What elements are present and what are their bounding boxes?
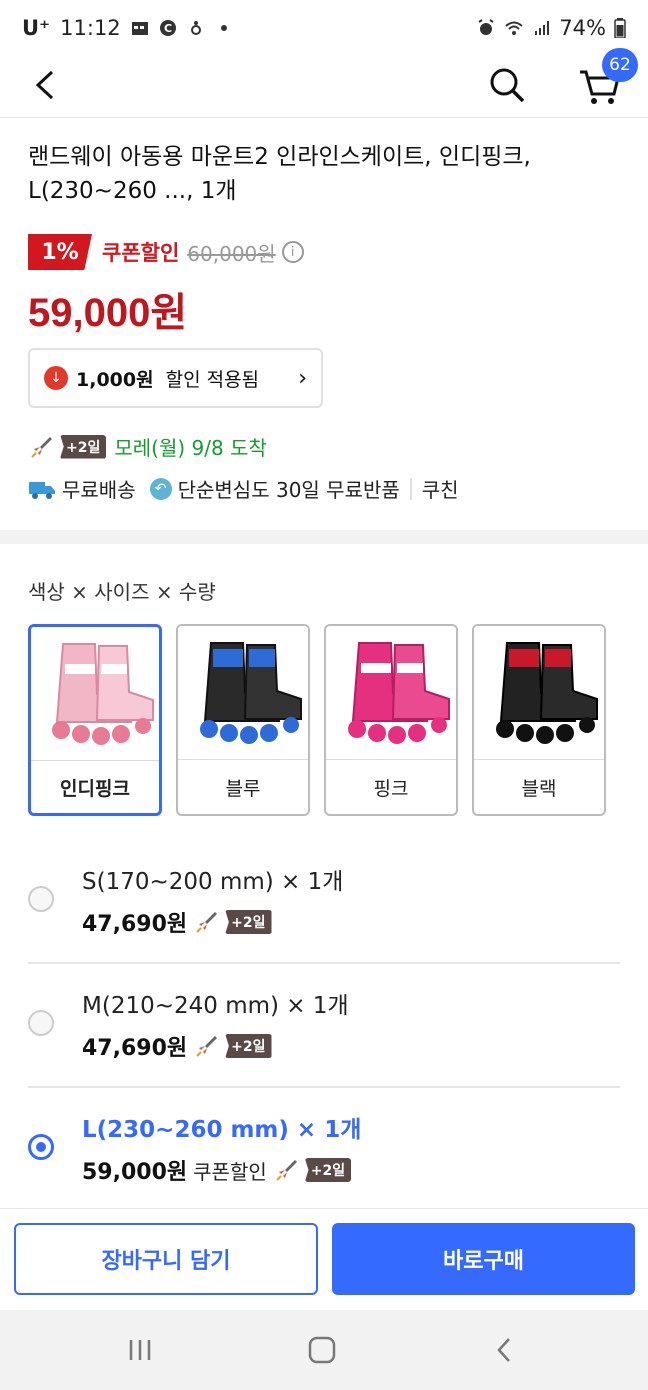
- system-nav-bar: [0, 1310, 648, 1390]
- size-price: 47,690원: [82, 912, 188, 937]
- arrival-badge: +2일: [225, 1034, 272, 1058]
- price-row: 1% 쿠폰할인 60,000원 i: [28, 234, 304, 270]
- rocket-icon: [276, 1160, 297, 1181]
- seller-name[interactable]: 쿠친: [422, 474, 459, 503]
- battery-percent: 74%: [559, 16, 606, 40]
- delivery-row: +2일 모레(월) 9/8 도착: [28, 432, 267, 461]
- arrival-text: 모레(월) 9/8 도착: [114, 436, 267, 460]
- size-name: S(170~200 mm) × 1개: [82, 869, 344, 895]
- carrier-label: U⁺: [22, 16, 51, 40]
- options-heading: 색상 × 사이즈 × 수량: [28, 580, 216, 604]
- recent-apps-icon: [129, 1340, 151, 1360]
- size-option-m[interactable]: M(210~240 mm) × 1개 47,690원 +2일: [28, 964, 620, 1088]
- skate-image-blue: [178, 626, 308, 760]
- truck-icon: [29, 481, 55, 499]
- color-options: 인디핑크 블루 핑크 블랙: [28, 624, 606, 816]
- color-label: 블랙: [521, 777, 557, 800]
- free-shipping-label: 무료배송: [62, 478, 136, 502]
- divider: [409, 477, 412, 500]
- search-icon: [490, 68, 525, 103]
- radio-button-checked[interactable]: [28, 1134, 54, 1160]
- skate-indipink-icon: [52, 642, 154, 745]
- coupon-label: 쿠폰할인: [193, 1159, 267, 1184]
- size-name: M(210~240 mm) × 1개: [82, 993, 349, 1019]
- search-button[interactable]: [484, 62, 530, 108]
- shipping-row: 무료배송 ↶ 단순변심도 30일 무료반품 쿠친: [28, 474, 459, 503]
- skate-image-black: [474, 626, 604, 760]
- arrival-badge: +2일: [225, 910, 272, 934]
- discount-amount: 1,000원: [76, 368, 154, 391]
- skate-black-icon: [496, 641, 598, 744]
- size-price-row: 47,690원 +2일: [82, 1030, 272, 1062]
- skate-blue-icon: [200, 641, 302, 744]
- size-option-s[interactable]: S(170~200 mm) × 1개 47,690원 +2일: [28, 840, 620, 964]
- bottom-action-bar: 장바구니 담기 바로구매: [0, 1208, 648, 1310]
- home-button[interactable]: [302, 1330, 342, 1370]
- skate-image-indipink: [31, 627, 159, 761]
- skate-pink-icon: [348, 641, 450, 744]
- discount-applied-button[interactable]: ↓ 1,000원 할인 적용됨 ›: [28, 348, 323, 408]
- size-name: L(230~260 mm) × 1개: [82, 1117, 362, 1143]
- size-option-l[interactable]: L(230~260 mm) × 1개 59,000원 쿠폰할인 +2일: [28, 1088, 620, 1212]
- discount-percent-badge: 1%: [28, 234, 92, 270]
- color-option-black[interactable]: 블랙: [472, 624, 606, 816]
- product-title: 랜드웨이 아동용 마운트2 인라인스케이트, 인디핑크, L(230~260 .…: [28, 144, 531, 204]
- alarm-icon: [478, 19, 494, 35]
- size-price-row: 59,000원 쿠폰할인 +2일: [82, 1154, 352, 1186]
- back-button[interactable]: [24, 62, 70, 108]
- status-bar: U⁺ 11:12 C 74%: [0, 0, 648, 56]
- free-return-label: 단순변심도 30일 무료반품: [177, 478, 400, 502]
- recent-apps-button[interactable]: [120, 1330, 160, 1370]
- cart-count-badge: 62: [602, 48, 638, 82]
- radio-button[interactable]: [28, 1010, 54, 1036]
- color-label: 인디핑크: [60, 777, 130, 800]
- rocket-icon: [196, 912, 218, 933]
- color-option-blue[interactable]: 블루: [176, 624, 310, 816]
- clock: 11:12: [60, 16, 121, 40]
- chevron-right-icon: ›: [298, 365, 307, 391]
- arrival-badge: +2일: [304, 1158, 352, 1182]
- size-options: S(170~200 mm) × 1개 47,690원 +2일 M(210~240…: [28, 840, 620, 1212]
- rocket-icon: [196, 1036, 218, 1057]
- c-circle-icon: C: [159, 20, 176, 36]
- skate-image-pink: [326, 626, 456, 760]
- color-label: 블루: [225, 777, 261, 800]
- discount-applied-label: 할인 적용됨: [165, 368, 260, 391]
- system-back-button[interactable]: [484, 1330, 524, 1370]
- return-icon: ↶: [149, 477, 172, 500]
- svg-text:C: C: [164, 22, 172, 35]
- buy-now-button[interactable]: 바로구매: [332, 1223, 635, 1295]
- sale-price: 59,000원: [28, 291, 188, 335]
- home-icon: [308, 1336, 336, 1364]
- size-price: 47,690원: [82, 1036, 188, 1061]
- down-arrow-icon: ↓: [44, 366, 68, 390]
- size-price-row: 47,690원 +2일: [82, 906, 272, 938]
- calendar-icon: [131, 22, 148, 35]
- system-back-icon: [497, 1338, 510, 1362]
- info-icon[interactable]: i: [281, 241, 304, 263]
- back-arrow-icon: [35, 70, 54, 100]
- wifi-icon: [505, 21, 523, 35]
- color-option-pink[interactable]: 핑크: [324, 624, 458, 816]
- signal-icon: [535, 21, 550, 35]
- radio-button[interactable]: [28, 886, 54, 912]
- arrival-badge: +2일: [60, 434, 107, 459]
- coupon-discount-label: 쿠폰할인: [102, 241, 180, 265]
- rocket-icon: [31, 436, 52, 458]
- size-price: 59,000원: [82, 1160, 188, 1185]
- section-separator: [0, 530, 648, 544]
- color-option-indipink[interactable]: 인디핑크: [28, 624, 162, 816]
- battery-icon: [614, 18, 626, 38]
- original-price: 60,000원: [187, 241, 276, 266]
- more-dot-icon: [220, 25, 227, 31]
- add-to-cart-button[interactable]: 장바구니 담기: [14, 1223, 318, 1295]
- color-label: 핑크: [373, 777, 409, 800]
- notification-icon: [190, 21, 201, 35]
- top-app-bar: [0, 56, 648, 118]
